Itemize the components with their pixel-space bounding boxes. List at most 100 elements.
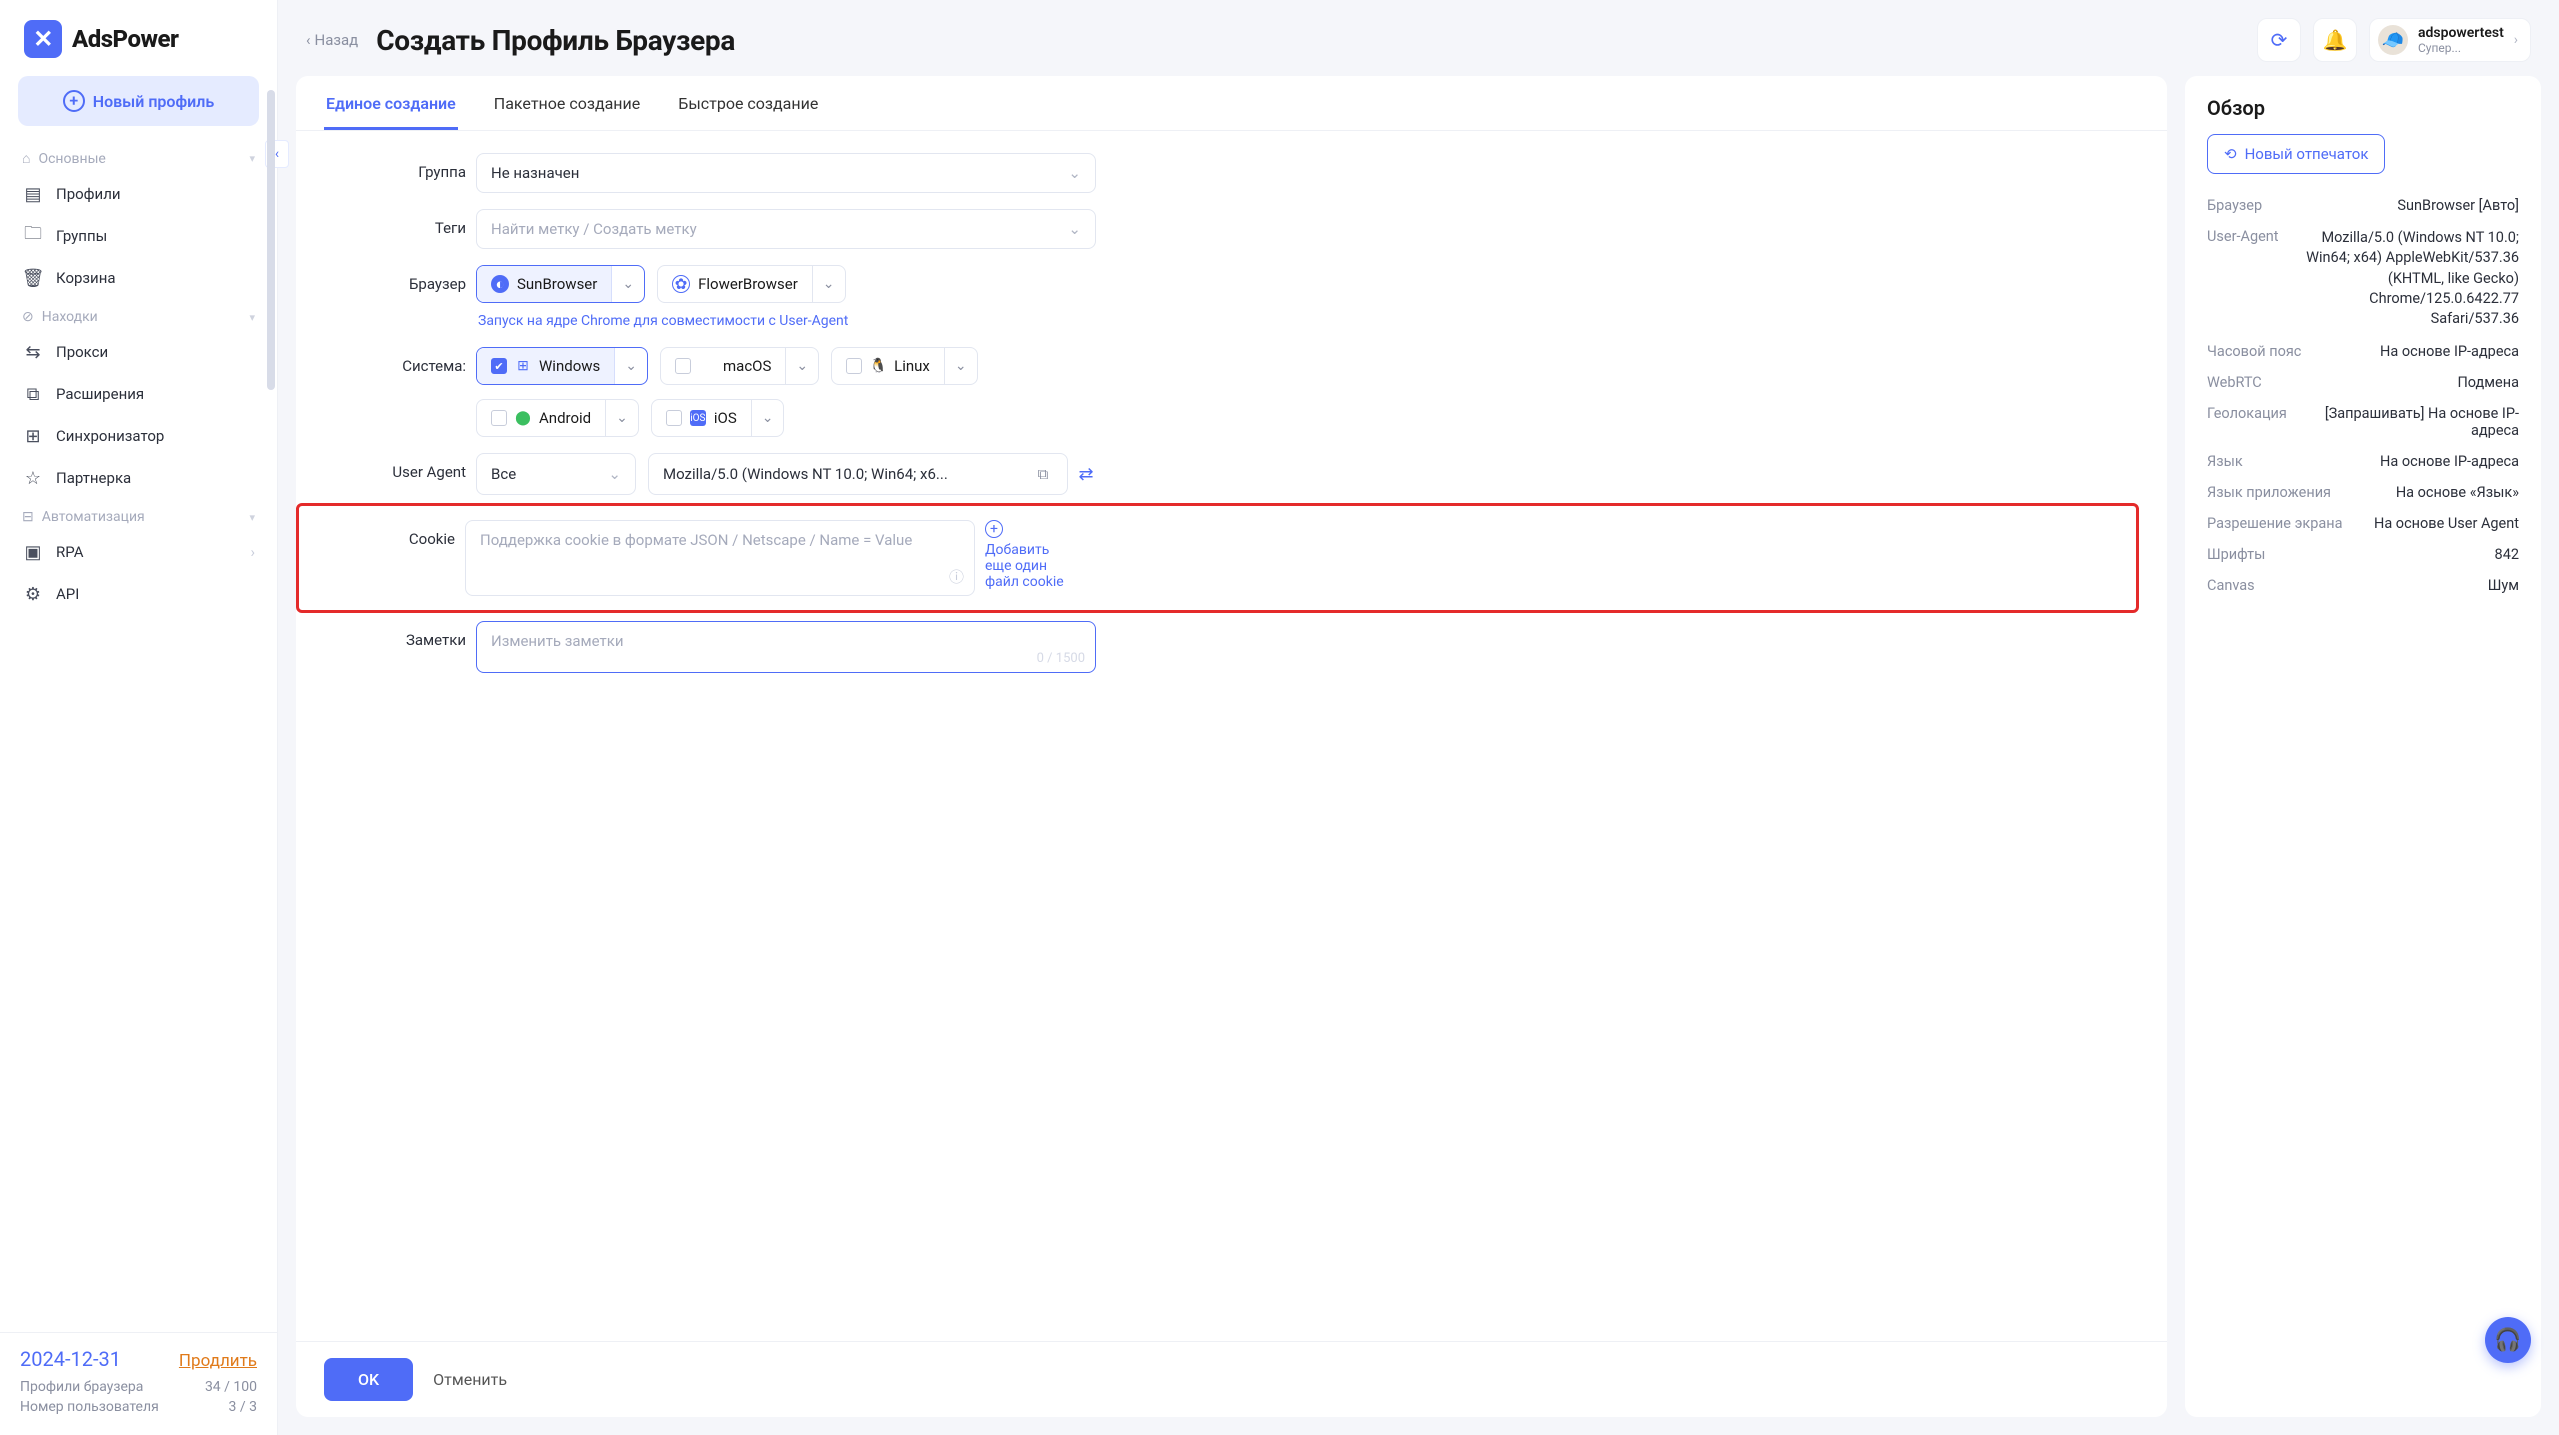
back-button[interactable]: ‹ Назад [306,31,358,49]
proxy-icon: ⇆ [22,341,44,363]
copy-icon[interactable]: ⧉ [1033,464,1053,484]
home-icon: ⌂ [22,150,30,167]
notifications-button[interactable]: 🔔 [2313,18,2357,62]
nav-section-findings[interactable]: ⊘Находки ▾ [8,299,269,331]
cookie-highlight-box: Cookie Поддержка cookie в формате JSON /… [296,503,2139,613]
os-linux-dropdown[interactable]: ⌄ [944,348,977,384]
sidebar-item-proxy[interactable]: ⇆Прокси [8,331,269,373]
notes-counter: 0 / 1500 [1037,651,1085,666]
cookie-textarea[interactable]: Поддержка cookie в формате JSON / Netsca… [465,520,975,596]
add-cookie-file-button[interactable]: + Добавить еще один файл cookie [985,520,1075,590]
os-android-option[interactable]: ⬤Android ⌄ [476,399,639,437]
nav-section-main[interactable]: ⌂Основные ▾ [8,140,269,173]
sidebar-scrollbar[interactable] [267,90,275,580]
shuffle-ua-button[interactable]: ⇄ [1076,464,1096,484]
checkbox-off-icon [846,358,862,374]
sidebar-item-extensions[interactable]: ⧉Расширения [8,373,269,415]
sidebar-item-api[interactable]: ⚙API [8,573,269,615]
browser-sun-dropdown[interactable]: ⌄ [611,266,644,302]
plus-circle-icon: + [63,90,85,112]
tab-batch[interactable]: Пакетное создание [492,76,642,130]
subscription-date: 2024-12-31 [20,1347,121,1371]
browser-flower-dropdown[interactable]: ⌄ [812,266,845,302]
ua-value-input[interactable]: Mozilla/5.0 (Windows NT 10.0; Win64; x6.… [648,453,1068,495]
ok-button[interactable]: OK [324,1358,413,1401]
support-fab[interactable]: 🎧 [2485,1317,2531,1363]
ua-label: User Agent [296,453,466,481]
sidebar-item-profiles[interactable]: ▤Профили [8,173,269,215]
sidebar-footer: 2024-12-31 Продлить Профили браузера 34 … [0,1332,277,1435]
browser-flower-option[interactable]: ✿FlowerBrowser ⌄ [657,265,845,303]
os-ios-dropdown[interactable]: ⌄ [751,400,784,436]
chevron-down-icon: ▾ [249,311,255,324]
sidebar: ✕ AdsPower + Новый профиль ‹ ⌂Основные ▾… [0,0,278,1435]
summary-lang: На основе IP-адреса [2380,453,2519,470]
form-body: Группа Не назначен ⌄ Теги Найти ме [296,131,2167,1341]
tab-single[interactable]: Единое создание [324,76,458,130]
sidebar-item-affiliate[interactable]: ☆Партнерка [8,457,269,499]
topbar: ‹ Назад Создать Профиль Браузера ⟳ 🔔 🧢 a… [278,0,2559,76]
upload-icon-button[interactable]: ⟳ [2257,18,2301,62]
os-macos-dropdown[interactable]: ⌄ [785,348,818,384]
android-icon: ⬤ [515,410,531,426]
form-footer: OK Отменить [296,1341,2167,1417]
sidebar-item-groups[interactable]: 🗀Группы [8,215,269,257]
group-select[interactable]: Не назначен ⌄ [476,153,1096,193]
summary-browser: SunBrowser [Авто] [2397,197,2519,214]
fingerprint-icon: ⟲ [2224,145,2237,163]
tags-label: Теги [296,209,466,237]
notes-textarea[interactable]: Изменить заметки 0 / 1500 [476,621,1096,673]
stat-profiles-value: 34 / 100 [205,1379,257,1395]
os-ios-option[interactable]: iOSiOS ⌄ [651,399,785,437]
summary-applang: На основе «Язык» [2396,484,2519,501]
automation-icon: ⊟ [22,509,34,525]
ua-type-select[interactable]: Все ⌄ [476,453,636,495]
new-profile-button[interactable]: + Новый профиль [18,76,259,126]
summary-title: Обзор [2207,96,2519,120]
stat-users-label: Номер пользователя [20,1399,159,1415]
sidebar-item-trash[interactable]: 🗑Корзина [8,257,269,299]
new-fingerprint-button[interactable]: ⟲ Новый отпечаток [2207,134,2385,174]
upload-icon: ⟳ [2271,28,2288,52]
user-role: Супер... [2418,41,2504,55]
os-linux-option[interactable]: 🐧Linux ⌄ [831,347,977,385]
form-panel: Единое создание Пакетное создание Быстро… [296,76,2167,1417]
api-icon: ⚙ [22,583,44,605]
nav-section-automation[interactable]: ⊟Автоматизация ▾ [8,499,269,531]
chevron-down-icon: ⌄ [1068,164,1081,182]
windows-icon: ⊞ [515,358,531,374]
chevron-right-icon: › [250,543,255,561]
document-icon: ▤ [22,183,44,205]
group-label: Группа [296,153,466,181]
ios-icon: iOS [690,410,706,426]
chevron-right-icon: › [2514,32,2518,48]
tab-quick[interactable]: Быстрое создание [676,76,820,130]
sidebar-item-rpa[interactable]: ▣RPA › [8,531,269,573]
avatar: 🧢 [2378,25,2408,55]
brand-logo: ✕ AdsPower [0,0,277,76]
summary-fonts: 842 [2495,546,2519,563]
brand-icon: ✕ [24,20,62,58]
chevron-down-icon: ▾ [249,511,255,524]
main: ‹ Назад Создать Профиль Браузера ⟳ 🔔 🧢 a… [278,0,2559,1435]
chevron-down-icon: ▾ [249,152,255,165]
extend-link[interactable]: Продлить [179,1351,257,1371]
chevron-down-icon: ⌄ [1068,220,1081,238]
star-icon: ☆ [22,467,44,489]
os-windows-option[interactable]: ✔⊞Windows ⌄ [476,347,648,385]
user-menu[interactable]: 🧢 adspowertest Супер... › [2369,18,2531,62]
browser-hint: Запуск на ядре Chrome для совместимости … [476,309,1096,331]
tags-select[interactable]: Найти метку / Создать метку ⌄ [476,209,1096,249]
cancel-button[interactable]: Отменить [433,1370,507,1389]
chevron-down-icon: ⌄ [608,465,621,483]
checkbox-off-icon [491,410,507,426]
info-icon: ⓘ [949,566,964,587]
browser-sun-option[interactable]: ◐SunBrowser ⌄ [476,265,645,303]
checkbox-off-icon [666,410,682,426]
os-windows-dropdown[interactable]: ⌄ [614,348,647,384]
os-android-dropdown[interactable]: ⌄ [605,400,638,436]
sidebar-item-sync[interactable]: ⊞Синхронизатор [8,415,269,457]
plus-circle-icon: + [985,520,1003,538]
os-macos-option[interactable]: macOS ⌄ [660,347,819,385]
sidebar-nav: ⌂Основные ▾ ▤Профили 🗀Группы 🗑Корзина ⊘Н… [0,140,277,1332]
